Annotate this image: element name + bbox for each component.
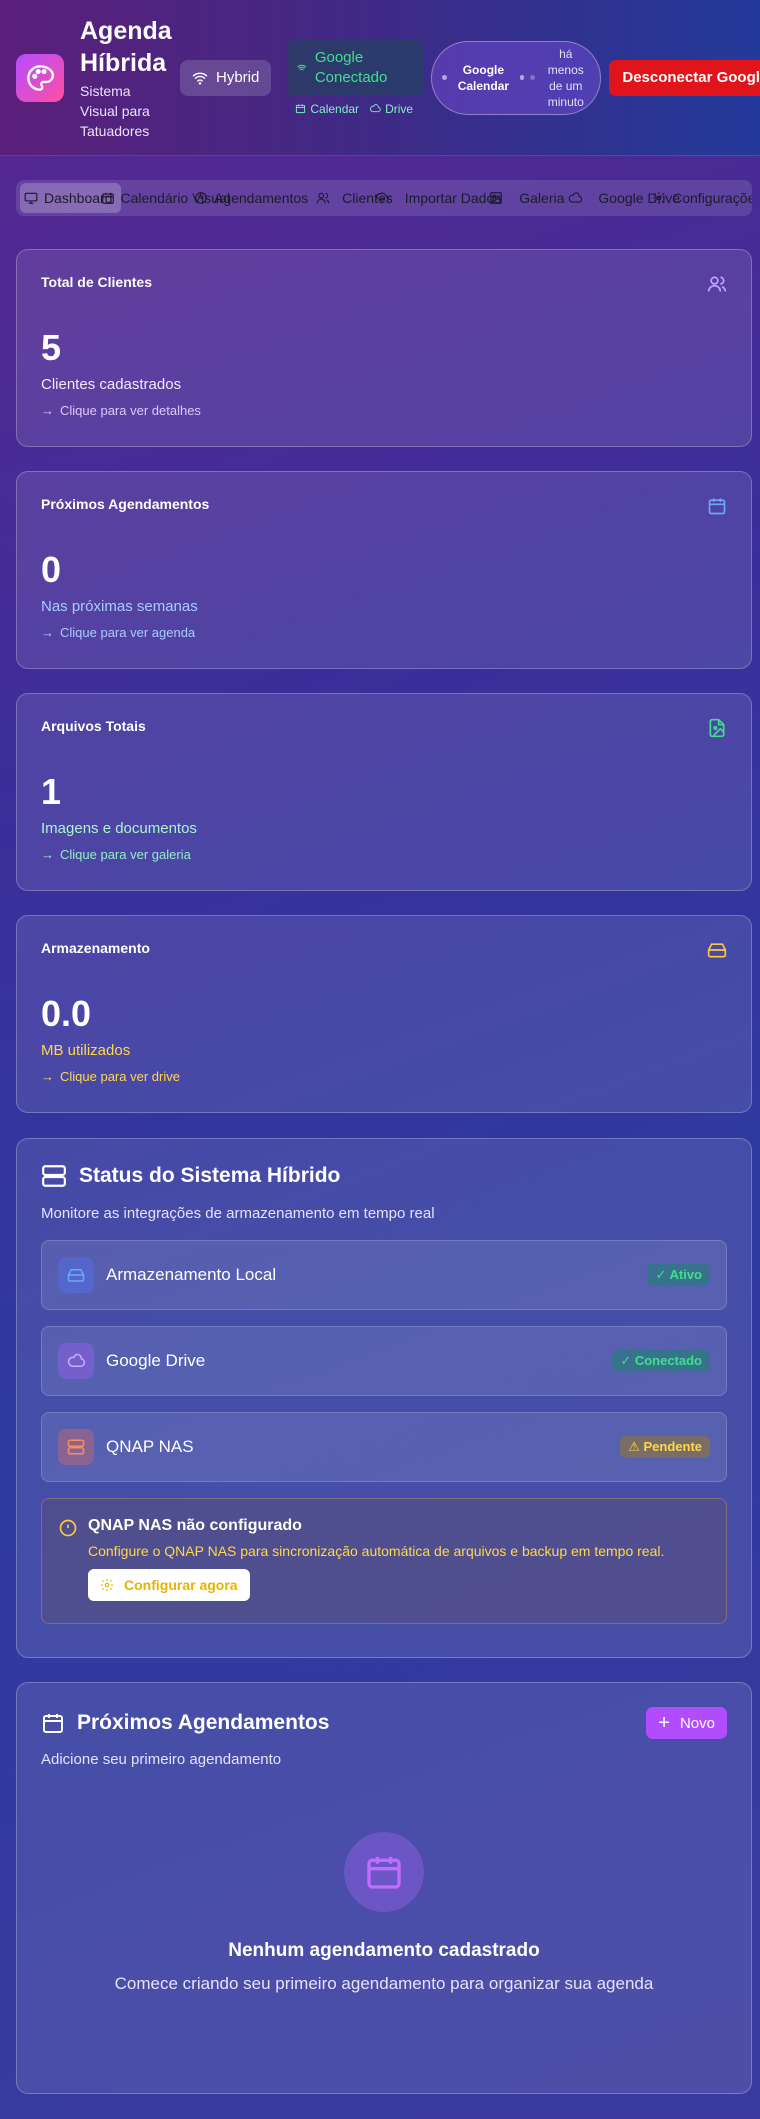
qnap-warning-alert: QNAP NAS não configurado Configure o QNA…	[41, 1498, 727, 1624]
status-badge: ✓ Conectado	[612, 1350, 710, 1372]
cloud-icon	[569, 192, 583, 203]
palette-icon	[16, 53, 64, 102]
configure-now-button[interactable]: Configurar agora	[88, 1569, 250, 1601]
status-row-local-storage: Armazenamento Local ✓ Ativo	[41, 1240, 727, 1310]
arrow-right-icon: →	[41, 403, 54, 418]
section-title: Próximos Agendamentos	[77, 1711, 330, 1734]
status-dot	[442, 75, 448, 80]
cloud-icon	[58, 1343, 94, 1379]
service-drive: Drive	[369, 102, 413, 116]
stat-title: Próximos Agendamentos	[41, 496, 210, 512]
image-icon	[490, 192, 503, 204]
alert-text: Configure o QNAP NAS para sincronização …	[88, 1543, 665, 1559]
stat-link[interactable]: → Clique para ver galeria	[41, 847, 727, 862]
hybrid-label: Hybrid	[216, 69, 260, 86]
stat-value: 0	[41, 549, 62, 590]
app-header: Agenda Híbrida Sistema Visual para Tatua…	[0, 0, 760, 156]
empty-text: Comece criando seu primeiro agendamento …	[114, 1974, 654, 1993]
tab-agendamentos[interactable]: Agendamentos	[190, 183, 316, 213]
row-label: Armazenamento Local	[106, 1265, 277, 1284]
app-title: Agenda Híbrida	[80, 16, 172, 77]
server-icon	[42, 1165, 66, 1187]
google-services: Calendar Drive	[287, 102, 423, 116]
arrow-right-icon: →	[41, 1069, 54, 1084]
google-status-badge: Google Conectado	[287, 39, 424, 96]
main-nav: Dashboard Calendário Visual Agendamentos…	[16, 180, 752, 216]
stat-title: Total de Clientes	[41, 274, 152, 290]
status-badge: ⚠ Pendente	[620, 1436, 710, 1458]
file-image-icon	[709, 718, 725, 738]
arrow-right-icon: →	[41, 625, 54, 640]
empty-state: Nenhum agendamento cadastrado Comece cri…	[41, 1832, 727, 1994]
gcal-name: Google Calendar	[457, 62, 510, 93]
stat-card-arquivos[interactable]: Arquivos Totais 1 Imagens e documentos →…	[16, 693, 752, 891]
stat-link[interactable]: → Clique para ver drive	[41, 1069, 727, 1084]
monitor-icon	[24, 192, 38, 204]
users-icon	[316, 192, 330, 204]
stat-label: Imagens e documentos	[41, 820, 197, 837]
alert-title: QNAP NAS não configurado	[88, 1517, 302, 1534]
server-icon	[58, 1429, 94, 1465]
stat-title: Arquivos Totais	[41, 718, 146, 734]
google-connection: Google Conectado Calendar Drive	[287, 39, 424, 116]
stat-title: Armazenamento	[41, 940, 150, 956]
stat-card-armazenamento[interactable]: Armazenamento 0.0 MB utilizados → Clique…	[16, 915, 752, 1113]
arrow-right-icon: →	[41, 847, 54, 862]
section-title: Status do Sistema Híbrido	[79, 1164, 341, 1187]
hybrid-mode-chip[interactable]: Hybrid	[180, 59, 272, 96]
wifi-icon	[192, 72, 208, 85]
tab-configuracoes[interactable]: Configurações	[648, 183, 752, 213]
google-status-text: Google Conectado	[314, 48, 388, 86]
empty-title: Nenhum agendamento cadastrado	[228, 1940, 540, 1961]
calendar-icon	[344, 1832, 424, 1912]
gcal-sync-time: há menos de um minuto	[547, 46, 584, 109]
stat-link[interactable]: → Clique para ver detalhes	[41, 403, 727, 418]
status-row-google-drive: Google Drive ✓ Conectado	[41, 1326, 727, 1396]
status-badge: ✓ Ativo	[647, 1264, 710, 1286]
calendar-icon	[101, 192, 114, 204]
row-label: Google Drive	[106, 1351, 206, 1370]
stat-value: 5	[41, 327, 62, 368]
clock-icon	[195, 192, 207, 204]
wifi-icon	[297, 64, 307, 70]
cloud-icon	[370, 104, 381, 113]
hybrid-system-status-panel: Status do Sistema Híbrido Monitore as in…	[16, 1138, 752, 1658]
gear-icon	[653, 192, 665, 204]
calendar-icon	[43, 1714, 63, 1733]
service-calendar: Calendar	[295, 102, 359, 116]
row-label: QNAP NAS	[106, 1437, 194, 1456]
upload-icon	[375, 192, 389, 204]
status-row-qnap-nas: QNAP NAS ⚠ Pendente	[41, 1412, 727, 1482]
stat-label: MB utilizados	[41, 1042, 131, 1059]
section-subtitle: Adicione seu primeiro agendamento	[41, 1751, 282, 1768]
google-calendar-sync-pill[interactable]: Google Calendar há menos de um minuto	[431, 40, 602, 115]
users-icon	[707, 276, 727, 292]
upcoming-appointments-panel: Próximos Agendamentos + Novo Adicione se…	[16, 1682, 752, 2094]
disconnect-google-button[interactable]: Desconectar Google	[609, 59, 760, 96]
tab-galeria[interactable]: Galeria	[485, 183, 572, 213]
sync-dot	[530, 75, 536, 80]
calendar-icon	[708, 498, 726, 515]
brand: Agenda Híbrida Sistema Visual para Tatua…	[80, 15, 172, 141]
hard-drive-icon	[58, 1257, 94, 1293]
stat-value: 0.0	[41, 993, 92, 1034]
stat-card-clientes[interactable]: Total de Clientes 5 Clientes cadastrados…	[16, 249, 752, 447]
stat-label: Nas próximas semanas	[41, 598, 198, 615]
alert-circle-icon	[59, 1519, 77, 1537]
stat-card-agendamentos[interactable]: Próximos Agendamentos 0 Nas próximas sem…	[16, 471, 752, 669]
plus-icon: +	[658, 1712, 670, 1734]
gear-icon	[101, 1579, 113, 1591]
stat-link[interactable]: → Clique para ver agenda	[41, 625, 727, 640]
separator-dot	[519, 75, 525, 80]
stat-label: Clientes cadastrados	[41, 376, 182, 393]
hard-drive-icon	[707, 943, 727, 958]
new-appointment-button[interactable]: + Novo	[646, 1707, 727, 1739]
calendar-icon	[296, 104, 306, 114]
app-subtitle: Sistema Visual para Tatuadores	[80, 82, 150, 139]
section-subtitle: Monitore as integrações de armazenamento…	[41, 1205, 435, 1222]
stat-value: 1	[41, 771, 62, 812]
